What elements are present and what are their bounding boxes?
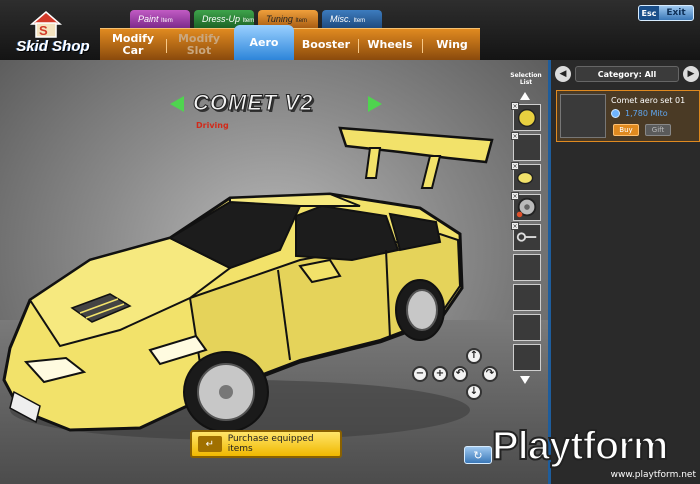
tab-paint-suffix: Item xyxy=(161,18,173,24)
category-selector: ◀ Category: All ▶ xyxy=(555,65,699,83)
item-name: Comet aero set 01 xyxy=(611,96,686,105)
selection-slot[interactable]: × xyxy=(511,132,541,161)
top-bar: S Skid Shop Paint Item Dress-Up Item Tun… xyxy=(0,0,700,61)
item-price-value: 1,780 Mito xyxy=(625,109,668,118)
item-price: 1,780 Mito xyxy=(611,109,668,118)
remove-slot-icon[interactable]: × xyxy=(511,102,519,110)
selection-down-arrow-icon[interactable] xyxy=(520,376,530,384)
remove-slot-icon[interactable]: × xyxy=(511,192,519,200)
rotate-up-icon[interactable]: ↑ xyxy=(466,348,482,364)
shop-item-card[interactable]: Comet aero set 01 1,780 Mito Buy Gift xyxy=(556,90,700,142)
selection-slot[interactable]: × xyxy=(511,162,541,191)
selection-slot[interactable]: × xyxy=(511,192,541,221)
category-next-icon[interactable]: ▶ xyxy=(683,66,699,82)
zoom-in-icon[interactable]: + xyxy=(432,366,448,382)
tab-misc-item[interactable]: Misc. Item xyxy=(322,10,382,28)
site-watermark: Playtform www.playtform.net xyxy=(491,423,698,482)
tab-aero[interactable]: Aero xyxy=(234,25,294,61)
tab-booster[interactable]: Booster xyxy=(296,29,356,61)
selection-list-title: Selection List xyxy=(510,72,542,86)
tab-dress-up-suffix: Item xyxy=(242,18,255,24)
purchase-equipped-button[interactable]: ↵ Purchase equipped items xyxy=(190,430,342,458)
remove-slot-icon[interactable]: × xyxy=(511,162,519,170)
tab-wheels[interactable]: Wheels xyxy=(360,29,420,61)
selection-slot[interactable] xyxy=(513,344,541,371)
watermark-url: www.playtform.net xyxy=(610,470,696,480)
tab-misc-suffix: Item xyxy=(353,18,366,24)
rotate-down-icon[interactable]: ↓ xyxy=(466,384,482,400)
remove-slot-icon[interactable]: × xyxy=(511,132,519,140)
tab-dress-up-label: Dress-Up xyxy=(202,14,241,24)
camera-controls: − + ↑ ↶ ↷ ↓ xyxy=(410,348,510,408)
watermark-text: Playtform xyxy=(491,423,669,469)
rotate-right-icon[interactable]: ↷ xyxy=(482,366,498,382)
buy-button[interactable]: Buy xyxy=(613,124,639,136)
tab-modify-slot[interactable]: Modify Slot xyxy=(166,29,232,61)
tab-modify-car[interactable]: Modify Car xyxy=(100,29,166,61)
tab-paint-label: Paint xyxy=(138,14,159,24)
tab-divider xyxy=(422,39,423,53)
tab-paint-item[interactable]: Paint Item xyxy=(130,10,190,28)
mito-coin-icon xyxy=(611,109,620,118)
category-prev-icon[interactable]: ◀ xyxy=(555,66,571,82)
house-logo-icon: S xyxy=(29,11,63,38)
return-arrow-icon: ↵ xyxy=(198,436,222,452)
selection-up-arrow-icon[interactable] xyxy=(520,92,530,100)
svg-text:S: S xyxy=(39,23,48,38)
reset-view-button[interactable]: ↻ xyxy=(464,446,492,464)
exit-button[interactable]: Esc Exit xyxy=(638,5,694,21)
refresh-icon: ↻ xyxy=(473,448,483,462)
purchase-label: Purchase equipped items xyxy=(227,434,314,454)
skid-shop-logo: S Skid Shop xyxy=(8,8,90,58)
item-panel: ◀ Category: All ▶ Comet aero set 01 1,78… xyxy=(548,60,700,484)
car-viewport[interactable]: COMET V2 Driving − + ↑ ↶ ↷ ↓ ↵ Purchase … xyxy=(0,60,548,484)
tab-tuning-label: Tuning xyxy=(266,14,293,24)
tab-wing[interactable]: Wing xyxy=(424,29,480,61)
tab-tuning-suffix: Item xyxy=(295,18,308,24)
gift-button[interactable]: Gift xyxy=(645,124,671,136)
esc-key-label: Esc xyxy=(639,6,659,20)
tab-divider xyxy=(358,39,359,53)
remove-slot-icon[interactable]: × xyxy=(511,222,519,230)
logo-text: Skid Shop xyxy=(16,38,90,55)
selection-slot[interactable] xyxy=(513,254,541,281)
rotate-left-icon[interactable]: ↶ xyxy=(452,366,468,382)
selection-slot[interactable] xyxy=(513,284,541,311)
sub-tab-bar: Modify Car Modify Slot Aero Booster Whee… xyxy=(100,25,480,61)
tab-misc-label: Misc. xyxy=(330,14,351,24)
selection-slot[interactable]: × xyxy=(511,102,541,131)
exit-label: Exit xyxy=(666,8,686,18)
selection-slot[interactable] xyxy=(513,314,541,341)
zoom-out-icon[interactable]: − xyxy=(412,366,428,382)
category-label: Category: All xyxy=(575,66,679,82)
selection-slot[interactable]: × xyxy=(511,222,541,251)
item-thumbnail xyxy=(560,94,606,138)
